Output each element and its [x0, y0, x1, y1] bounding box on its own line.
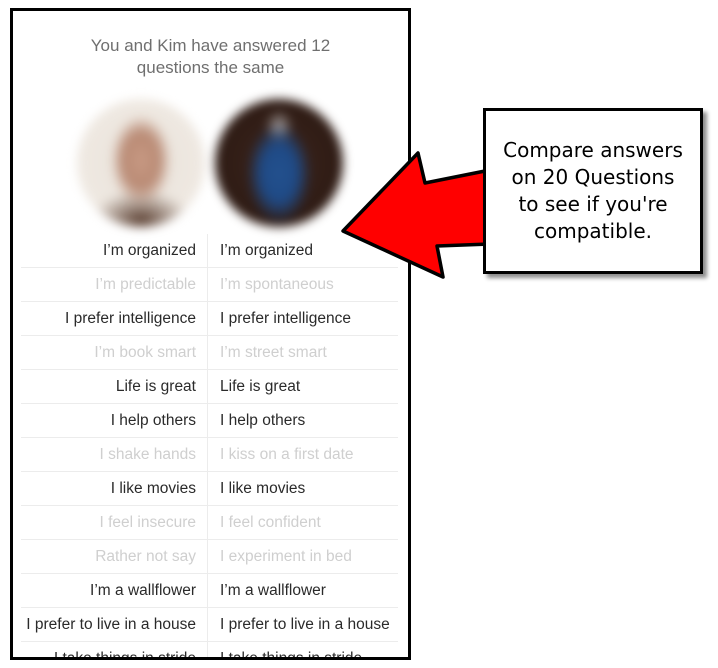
- your-answer: I’m organized: [21, 234, 208, 267]
- callout-line-2: on 20 Questions: [511, 165, 675, 189]
- kim-answer: I experiment in bed: [220, 548, 352, 565]
- callout-box: Compare answers on 20 Questions to see i…: [483, 108, 703, 274]
- kim-answer: I’m organized: [220, 242, 314, 259]
- kim-answer: I feel confident: [220, 514, 321, 531]
- your-answer: I’m a wallflower: [21, 574, 208, 607]
- kim-answer: I’m street smart: [220, 344, 327, 361]
- answer-row-mismatch: I feel insecure I feel confident: [21, 506, 398, 540]
- callout-line-3: to see if you're: [518, 192, 668, 216]
- callout-text: Compare answers on 20 Questions to see i…: [503, 137, 683, 245]
- answer-row-match: I prefer to live in a house I prefer to l…: [21, 608, 398, 642]
- answer-row-match: I help others I help others: [21, 404, 398, 438]
- your-answer: I prefer to live in a house: [21, 608, 208, 641]
- your-answer: I feel insecure: [21, 506, 208, 539]
- compatibility-summary-heading: You and Kim have answered 12 questions t…: [13, 35, 408, 79]
- your-answer: I help others: [21, 404, 208, 437]
- your-answer: I prefer intelligence: [21, 302, 208, 335]
- heading-line-2: questions the same: [136, 58, 285, 77]
- kim-answer: I like movies: [220, 480, 306, 497]
- kim-answer: I prefer to live in a house: [220, 616, 390, 633]
- kim-answer: I prefer intelligence: [220, 310, 351, 327]
- your-answer: Life is great: [21, 370, 208, 403]
- answer-row-match: I’m a wallflower I’m a wallflower: [21, 574, 398, 608]
- answer-row-mismatch: Rather not say I experiment in bed: [21, 540, 398, 574]
- kim-answer: I kiss on a first date: [220, 446, 354, 463]
- callout-line-1: Compare answers: [503, 138, 683, 162]
- answer-row-match: I prefer intelligence I prefer intelligen…: [21, 302, 398, 336]
- your-answer: I shake hands: [21, 438, 208, 471]
- kim-answer: I’m a wallflower: [220, 582, 326, 599]
- answers-comparison-table: I’m organized I’m organized I’m predictabl…: [21, 234, 398, 660]
- your-answer: Rather not say: [21, 540, 208, 573]
- heading-line-1: You and Kim have answered 12: [90, 36, 331, 55]
- answer-row-mismatch: I’m book smart I’m street smart: [21, 336, 398, 370]
- your-answer: I’m book smart: [21, 336, 208, 369]
- answer-row-match: I take things in stride I take things in …: [21, 642, 398, 660]
- kim-avatar[interactable]: [215, 99, 343, 227]
- kim-answer: Life is great: [220, 378, 301, 395]
- answer-row-mismatch: I shake hands I kiss on a first date: [21, 438, 398, 472]
- phone-screenshot-frame: You and Kim have answered 12 questions t…: [10, 8, 411, 660]
- your-answer: I’m predictable: [21, 268, 208, 301]
- your-answer: I like movies: [21, 472, 208, 505]
- kim-answer: I’m spontaneous: [220, 276, 334, 293]
- answer-row-match: I’m organized I’m organized: [21, 234, 398, 268]
- answer-row-match: I like movies I like movies: [21, 472, 398, 506]
- callout-line-4: compatible.: [534, 219, 652, 243]
- kim-answer: I take things in stride: [220, 650, 363, 660]
- answer-row-mismatch: I’m predictable I’m spontaneous: [21, 268, 398, 302]
- kim-answer: I help others: [220, 412, 306, 429]
- your-answer: I take things in stride: [21, 642, 208, 657]
- answer-row-match: Life is great Life is great: [21, 370, 398, 404]
- user-avatar[interactable]: [77, 99, 205, 227]
